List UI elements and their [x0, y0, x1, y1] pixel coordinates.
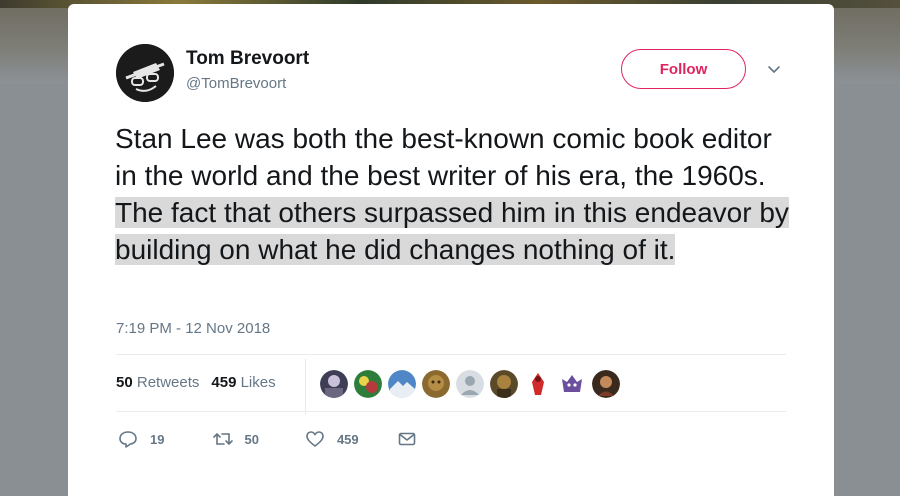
- heart-icon: [305, 429, 325, 449]
- likers-avatars: [320, 370, 620, 398]
- likes-label: Likes: [240, 374, 276, 391]
- retweets-count: 50: [116, 374, 133, 391]
- liker-avatar[interactable]: [320, 370, 348, 398]
- liker-avatar[interactable]: [354, 370, 382, 398]
- author-name[interactable]: Tom Brevoort: [186, 48, 309, 70]
- envelope-icon: [397, 429, 417, 449]
- tweet-actions: 19 50 459: [118, 429, 417, 449]
- retweets-label: Retweets: [136, 374, 200, 391]
- liker-avatar[interactable]: [388, 370, 416, 398]
- reply-action[interactable]: 19: [118, 429, 164, 449]
- tweet-text-highlighted: The fact that others surpassed him in th…: [115, 197, 789, 265]
- liker-avatar[interactable]: [524, 370, 552, 398]
- retweets-stat[interactable]: 50 Retweets: [116, 374, 199, 391]
- liker-avatar[interactable]: [422, 370, 450, 398]
- divider: [116, 354, 786, 355]
- retweet-icon: [212, 429, 234, 449]
- author-avatar[interactable]: [116, 44, 174, 102]
- tweet-card: Tom Brevoort @TomBrevoort Follow Stan Le…: [68, 4, 834, 496]
- follow-button[interactable]: Follow: [621, 49, 746, 89]
- liker-avatar[interactable]: [592, 370, 620, 398]
- message-action[interactable]: [397, 429, 417, 449]
- likes-count: 459: [211, 374, 237, 391]
- reply-count: 19: [150, 431, 165, 447]
- reply-icon: [118, 429, 138, 449]
- liker-avatar[interactable]: [558, 370, 586, 398]
- tweet-stats: 50 Retweets 459 Likes: [116, 374, 276, 391]
- divider: [116, 411, 786, 412]
- like-count: 459: [336, 431, 359, 447]
- retweet-count: 50: [244, 431, 259, 447]
- liker-avatar[interactable]: [490, 370, 518, 398]
- stats-separator: [305, 359, 306, 415]
- tweet-timestamp[interactable]: 7:19 PM - 12 Nov 2018: [116, 320, 270, 337]
- like-action[interactable]: 459: [305, 429, 359, 449]
- liker-avatar[interactable]: [456, 370, 484, 398]
- tweet-text: Stan Lee was both the best-known comic b…: [115, 120, 795, 268]
- retweet-action[interactable]: 50: [212, 429, 259, 449]
- likes-stat[interactable]: 459 Likes: [211, 374, 275, 391]
- author-handle[interactable]: @TomBrevoort: [186, 75, 286, 92]
- chevron-down-icon[interactable]: [766, 62, 782, 78]
- tweet-text-plain: Stan Lee was both the best-known comic b…: [115, 123, 772, 191]
